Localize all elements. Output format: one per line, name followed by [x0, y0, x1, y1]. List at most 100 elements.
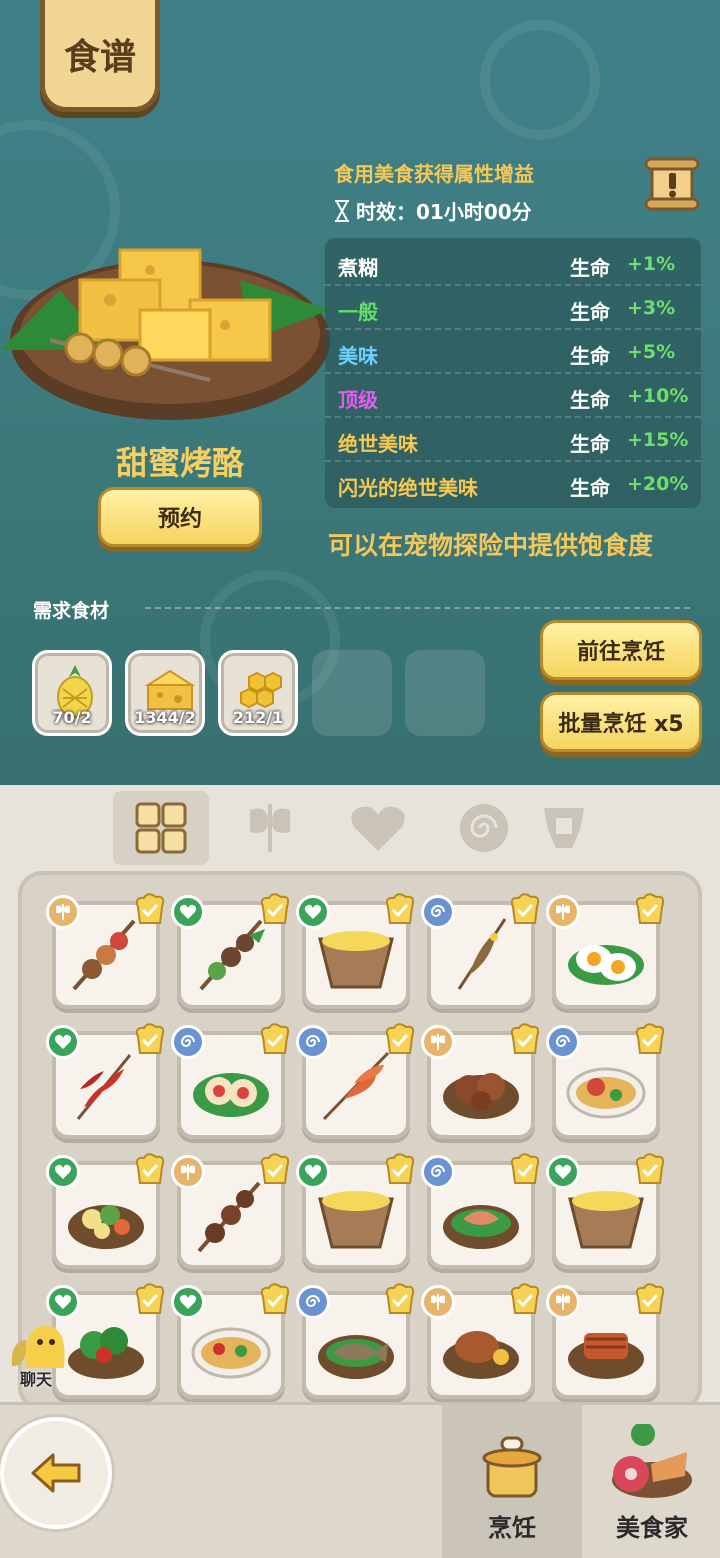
heart-badge — [171, 895, 205, 929]
ingredient-slot[interactable]: 212/1 — [218, 650, 298, 736]
chef-hat-check-icon — [385, 1023, 415, 1054]
stat-name: 生命 — [570, 432, 610, 456]
stat-bonus: +3% — [627, 297, 676, 319]
reserve-button[interactable]: 预约 — [98, 487, 262, 547]
recipe-card[interactable] — [46, 1023, 165, 1139]
spiral-badge — [171, 1025, 205, 1059]
curry-bowl-icon — [191, 1327, 271, 1379]
recipe-card[interactable] — [546, 1283, 665, 1399]
axe-icon — [181, 1164, 195, 1180]
heart-icon — [304, 904, 322, 919]
effect-duration: 时效：01小时00分 — [334, 196, 532, 225]
quality-name: 煮糊 — [338, 256, 378, 280]
heart-badge — [546, 1155, 580, 1189]
ingredient-slot-empty — [312, 650, 392, 736]
tab-cooking[interactable]: 烹饪 — [442, 1405, 582, 1558]
recipe-card[interactable] — [296, 1023, 415, 1139]
recipe-card[interactable] — [421, 1283, 540, 1399]
recipe-card[interactable] — [171, 1023, 290, 1139]
armor-icon — [544, 808, 584, 848]
tab-cooking-label: 烹饪 — [488, 1514, 536, 1542]
tab-attack[interactable] — [222, 791, 318, 865]
soup-bowl-icon — [568, 1191, 644, 1249]
pepper-skewer-icon — [76, 1054, 132, 1120]
spiral-badge — [546, 1025, 580, 1059]
back-button[interactable] — [0, 1417, 112, 1529]
axe-icon — [56, 904, 70, 920]
ingredient-slot[interactable]: 70/2 — [32, 650, 112, 736]
chef-hat-check-icon — [135, 1283, 165, 1314]
stat-bonus: +10% — [627, 385, 689, 407]
heart-icon — [304, 1164, 322, 1179]
recipe-card[interactable] — [546, 1153, 665, 1269]
tab-health[interactable] — [330, 791, 426, 865]
heart-icon — [179, 904, 197, 919]
scallop-plate-icon — [193, 1073, 269, 1117]
meat-plate-icon — [443, 1073, 519, 1119]
batch-cook-button[interactable]: 批量烹饪 x5 — [540, 692, 702, 752]
chat-button[interactable]: 聊天 — [6, 1322, 70, 1390]
axe-badge — [46, 895, 80, 929]
dish-name: 甜蜜烤酪 — [115, 444, 244, 482]
chef-hat-check-icon — [635, 893, 665, 924]
chef-hat-check-icon — [635, 1153, 665, 1184]
fried-eggs-icon — [568, 945, 644, 985]
chef-hat-check-icon — [510, 893, 540, 924]
recipe-list-panel: 烹饪 美食家 — [0, 785, 720, 1558]
axe-icon — [556, 1294, 570, 1310]
heart-icon — [54, 1034, 72, 1049]
chef-hat-check-icon — [510, 1153, 540, 1184]
scroll-info-icon[interactable] — [644, 155, 700, 211]
green-salad-icon — [68, 1327, 144, 1379]
recipe-card[interactable] — [171, 893, 290, 1009]
recipe-card[interactable] — [546, 893, 665, 1009]
ingredient-count: 212/1 — [232, 708, 284, 727]
recipe-detail-panel: 食谱 甜蜜烤酪 预约 食用美食获得属性增益 时效：01小时00分 煮糊 生命 +1%… — [0, 0, 720, 785]
recipe-card[interactable] — [421, 893, 540, 1009]
go-cook-button[interactable]: 前往烹饪 — [540, 620, 702, 680]
stat-name: 生命 — [570, 476, 610, 500]
tab-armor[interactable] — [516, 791, 612, 865]
recipe-card[interactable] — [46, 1153, 165, 1269]
spiral-icon — [460, 804, 508, 852]
stat-name: 生命 — [570, 344, 610, 368]
ingredient-slot[interactable]: 1344/2 — [125, 650, 205, 736]
chef-hat-check-icon — [260, 893, 290, 924]
spiral-icon — [305, 1035, 320, 1047]
recipe-card[interactable] — [421, 1153, 540, 1269]
chef-hat-check-icon — [260, 1153, 290, 1184]
recipe-card[interactable] — [296, 1153, 415, 1269]
axe-icon — [431, 1294, 445, 1310]
recipe-card[interactable] — [421, 1023, 540, 1139]
effect-duration-text: 时效：01小时00分 — [356, 200, 532, 224]
recipe-card[interactable] — [171, 1153, 290, 1269]
cooking-pot-icon — [482, 1436, 542, 1498]
tab-all[interactable] — [113, 791, 209, 865]
recipe-card[interactable] — [171, 1283, 290, 1399]
axe-icon — [250, 804, 290, 852]
heart-icon — [351, 806, 405, 851]
recipe-card[interactable] — [296, 893, 415, 1009]
quality-name: 美味 — [338, 344, 378, 368]
tab-gourmet[interactable]: 美食家 — [582, 1405, 720, 1558]
fish-skewer-icon — [457, 918, 507, 990]
heart-badge — [296, 1155, 330, 1189]
chat-ghost-icon — [11, 1326, 65, 1368]
heart-badge — [296, 895, 330, 929]
heart-badge — [46, 1285, 80, 1319]
ingredient-count: 70/2 — [52, 708, 92, 727]
chef-hat-check-icon — [635, 1023, 665, 1054]
stat-bonus: +20% — [627, 473, 689, 495]
recipe-card[interactable] — [46, 893, 165, 1009]
quality-bonus-table: 煮糊 生命 +1% 一般 生命 +3% 美味 生命 +5% 顶级 生命 +10% 绝世美味 生命 +15% 闪… — [325, 238, 701, 508]
category-tabs — [0, 785, 720, 867]
crab-soup-icon — [566, 1067, 646, 1119]
recipe-card[interactable] — [546, 1023, 665, 1139]
recipe-card[interactable] — [296, 1283, 415, 1399]
chef-hat-check-icon — [135, 893, 165, 924]
quality-row: 闪光的绝世美味 生命 +20% — [325, 462, 701, 506]
quality-row: 煮糊 生命 +1% — [325, 242, 701, 286]
spiral-badge — [296, 1025, 330, 1059]
chef-hat-check-icon — [385, 893, 415, 924]
stat-name: 生命 — [570, 388, 610, 412]
